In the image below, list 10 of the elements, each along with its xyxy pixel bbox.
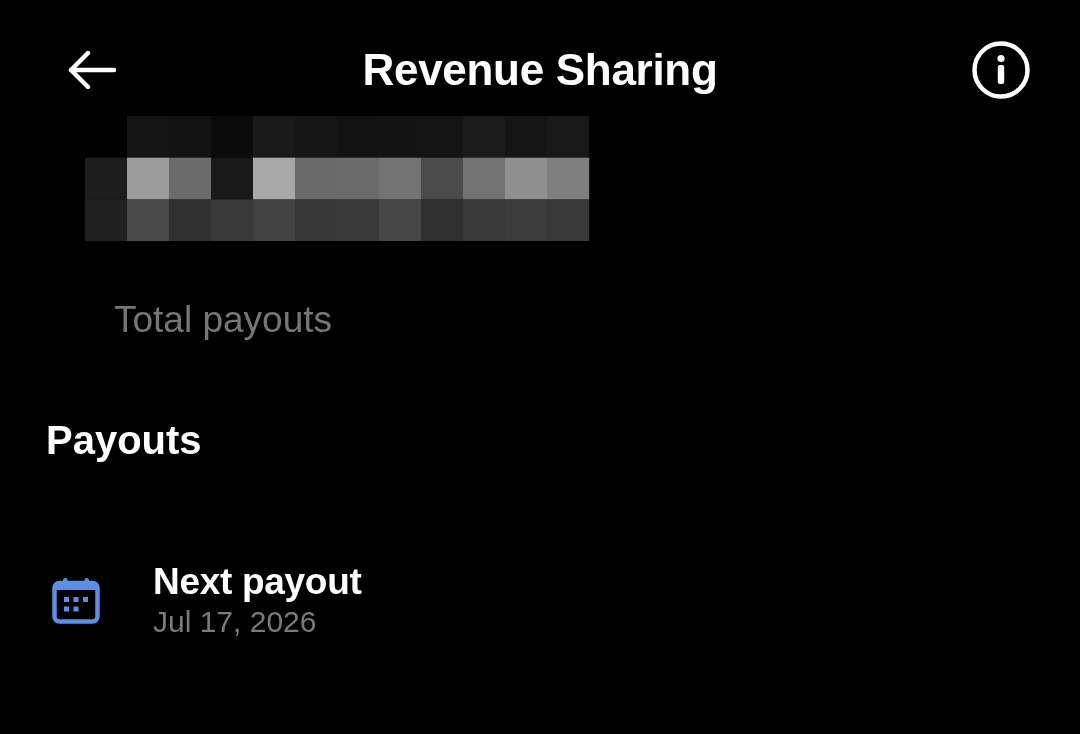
payout-date: Jul 17, 2026 [153, 603, 318, 640]
total-payouts-label: Total payouts [114, 298, 334, 342]
info-button[interactable] [970, 39, 1032, 101]
page-title: Revenue Sharing [362, 43, 718, 96]
arrow-left-icon [68, 51, 116, 89]
payout-title: Next payout [153, 561, 362, 604]
section-heading: Payouts [46, 417, 203, 465]
info-icon [972, 41, 1030, 99]
back-button[interactable] [66, 49, 118, 91]
calendar-icon [52, 577, 100, 624]
